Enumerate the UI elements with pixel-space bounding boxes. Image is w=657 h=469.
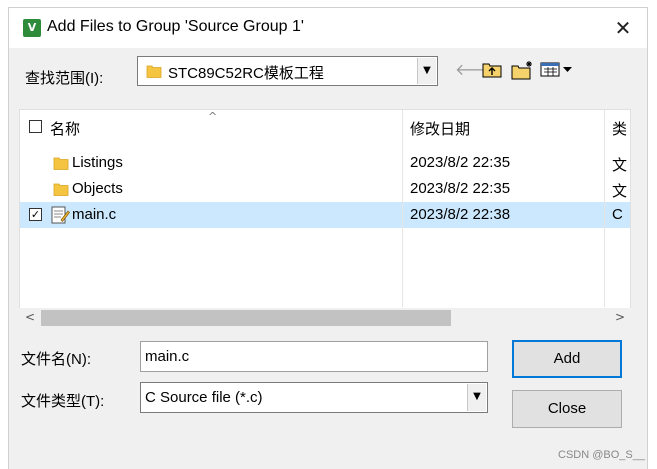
file-type: 文: [612, 157, 628, 174]
view-menu-icon[interactable]: [539, 60, 575, 80]
window-title: Add Files to Group 'Source Group 1': [47, 18, 304, 35]
watermark: CSDN @BO_S__: [558, 449, 645, 461]
file-name: Listings: [72, 154, 123, 171]
folder-icon: [53, 157, 69, 170]
folder-icon: [53, 183, 69, 196]
chevron-down-icon[interactable]: ▼: [467, 384, 486, 411]
close-window-button[interactable]: ✕: [611, 16, 635, 40]
look-in-dropdown[interactable]: STC89C52RC模板工程 ▼: [137, 56, 438, 86]
column-divider: [402, 142, 403, 307]
file-date: 2023/8/2 22:35: [410, 180, 511, 197]
file-checkbox[interactable]: ✓: [29, 208, 42, 221]
file-type-dropdown[interactable]: C Source file (*.c) ▼: [140, 382, 488, 413]
add-files-dialog: V Add Files to Group 'Source Group 1' ✕ …: [8, 7, 648, 469]
file-type: 文: [612, 183, 628, 200]
file-type: C: [612, 206, 623, 223]
new-folder-icon[interactable]: [511, 60, 535, 80]
look-in-value: STC89C52RC模板工程: [168, 65, 324, 82]
column-divider: [402, 110, 403, 142]
file-name-input[interactable]: main.c: [140, 341, 488, 372]
file-list[interactable]: ^ 名称 修改日期 类 Listings 2023/8/2 22:35 文 Ob…: [19, 109, 631, 328]
title-bar: V Add Files to Group 'Source Group 1' ✕: [9, 8, 647, 48]
close-button[interactable]: Close: [512, 390, 622, 428]
column-header-name[interactable]: 名称: [50, 118, 80, 139]
folder-icon: [146, 65, 162, 78]
scroll-left-icon[interactable]: <: [25, 310, 35, 324]
horizontal-scrollbar[interactable]: < >: [19, 308, 631, 328]
chevron-down-icon[interactable]: ▼: [417, 58, 436, 84]
file-name: Objects: [72, 180, 123, 197]
column-header-date[interactable]: 修改日期: [410, 118, 470, 139]
column-divider: [604, 110, 605, 142]
file-date: 2023/8/2 22:35: [410, 154, 511, 171]
file-type-label: 文件类型(T):: [21, 393, 105, 410]
file-type-value: C Source file (*.c): [145, 389, 263, 406]
look-in-label: 查找范围(I):: [25, 70, 104, 87]
file-name: main.c: [72, 206, 117, 223]
sort-ascending-icon: ^: [208, 110, 218, 123]
up-one-level-icon[interactable]: [481, 60, 503, 80]
back-arrow-icon[interactable]: 🡐: [455, 60, 498, 80]
keil-app-icon: V: [23, 19, 41, 37]
list-header: ^ 名称 修改日期 类: [20, 110, 630, 142]
scrollbar-thumb[interactable]: [41, 310, 451, 326]
scroll-right-icon[interactable]: >: [615, 310, 625, 324]
c-source-file-icon: [51, 206, 70, 224]
select-all-checkbox[interactable]: [29, 120, 42, 133]
list-item[interactable]: ✓ main.c 2023/8/2 22:38 C: [20, 202, 630, 228]
add-button[interactable]: Add: [512, 340, 622, 378]
list-item[interactable]: Listings 2023/8/2 22:35 文: [20, 150, 630, 176]
column-divider: [604, 142, 605, 307]
file-name-label: 文件名(N):: [21, 351, 91, 368]
list-item[interactable]: Objects 2023/8/2 22:35 文: [20, 176, 630, 202]
file-date: 2023/8/2 22:38: [410, 206, 511, 223]
column-header-type[interactable]: 类: [612, 118, 627, 139]
file-name-value: main.c: [145, 348, 190, 365]
